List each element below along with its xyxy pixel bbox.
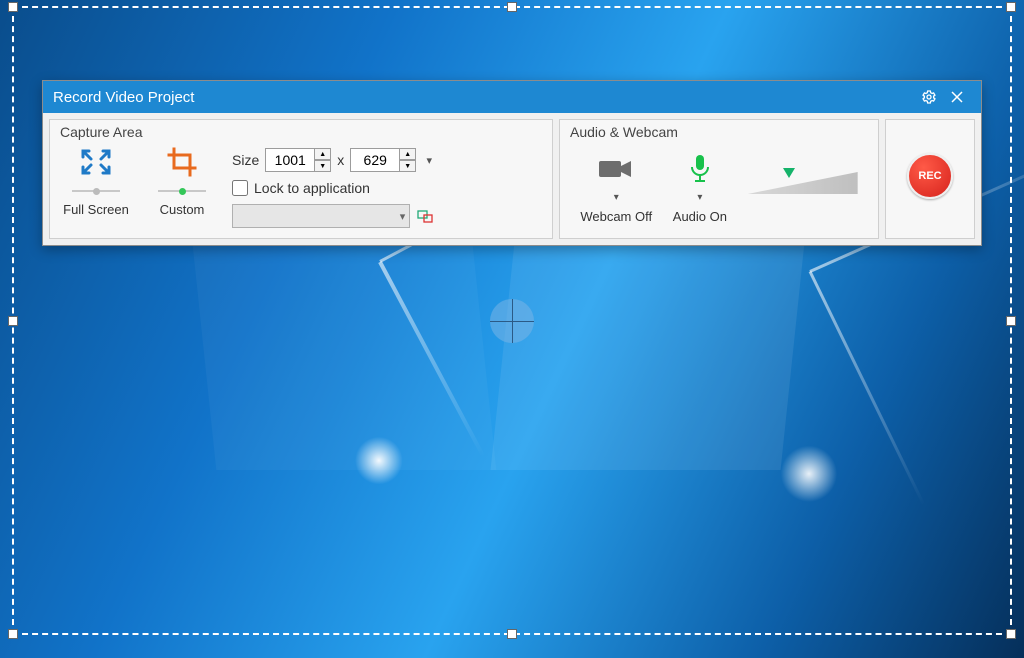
width-spinbox[interactable]: ▲ ▼ — [265, 148, 331, 172]
size-preset-dropdown[interactable]: ▾ — [422, 154, 436, 167]
close-icon — [950, 90, 964, 104]
audio-toggle-button[interactable]: ▾ Audio On — [673, 152, 727, 224]
target-window-icon — [417, 208, 433, 224]
window-title: Record Video Project — [53, 89, 194, 106]
record-button-label: REC — [918, 170, 941, 182]
webcam-status-label: Webcam Off — [580, 209, 652, 224]
fullscreen-label: Full Screen — [63, 202, 129, 217]
webcam-toggle-button[interactable]: ▾ Webcam Off — [580, 152, 652, 224]
capture-area-title: Capture Area — [60, 124, 542, 144]
fullscreen-mode-button[interactable]: Full Screen — [60, 144, 132, 217]
capture-area-panel: Capture Area Full Screen — [49, 119, 553, 239]
size-label: Size — [232, 152, 259, 168]
lock-to-app-checkbox[interactable]: Lock to application — [232, 180, 436, 196]
webcam-icon — [597, 157, 635, 181]
lock-label: Lock to application — [254, 180, 370, 196]
titlebar[interactable]: Record Video Project — [43, 81, 981, 113]
fullscreen-icon — [79, 147, 113, 177]
record-dialog: Record Video Project Capture Area — [42, 80, 982, 246]
width-down-button[interactable]: ▼ — [315, 160, 331, 172]
height-input[interactable] — [350, 148, 400, 172]
record-button[interactable]: REC — [907, 153, 953, 199]
custom-mode-button[interactable]: Custom — [146, 144, 218, 217]
audio-options-chevron[interactable]: ▾ — [697, 192, 702, 203]
gear-icon — [921, 89, 937, 105]
resize-handle-n[interactable] — [507, 2, 517, 12]
resize-handle-ne[interactable] — [1006, 2, 1016, 12]
size-x-label: x — [337, 152, 344, 168]
settings-button[interactable] — [915, 83, 943, 111]
resize-handle-w[interactable] — [8, 316, 18, 326]
lock-checkbox-input[interactable] — [232, 180, 248, 196]
audio-webcam-title: Audio & Webcam — [570, 124, 868, 144]
resize-handle-nw[interactable] — [8, 2, 18, 12]
volume-track-icon — [748, 172, 858, 194]
resize-handle-sw[interactable] — [8, 629, 18, 639]
resize-handle-se[interactable] — [1006, 629, 1016, 639]
move-crosshair-icon[interactable] — [490, 299, 534, 343]
application-select[interactable]: ▾ — [232, 204, 410, 228]
record-panel: REC — [885, 119, 975, 239]
audio-webcam-panel: Audio & Webcam ▾ Webcam Off — [559, 119, 879, 239]
webcam-options-chevron[interactable]: ▾ — [614, 192, 619, 203]
chevron-down-icon: ▾ — [400, 210, 406, 223]
crop-icon — [165, 147, 199, 177]
height-down-button[interactable]: ▼ — [400, 160, 416, 172]
width-up-button[interactable]: ▲ — [315, 148, 331, 160]
width-input[interactable] — [265, 148, 315, 172]
resize-handle-s[interactable] — [507, 629, 517, 639]
resize-handle-e[interactable] — [1006, 316, 1016, 326]
microphone-icon — [689, 154, 711, 184]
custom-label: Custom — [160, 202, 205, 217]
audio-status-label: Audio On — [673, 209, 727, 224]
close-button[interactable] — [943, 83, 971, 111]
height-spinbox[interactable]: ▲ ▼ — [350, 148, 416, 172]
volume-handle[interactable] — [783, 168, 795, 178]
height-up-button[interactable]: ▲ — [400, 148, 416, 160]
volume-slider[interactable] — [748, 172, 858, 194]
pick-application-button[interactable] — [414, 204, 436, 228]
